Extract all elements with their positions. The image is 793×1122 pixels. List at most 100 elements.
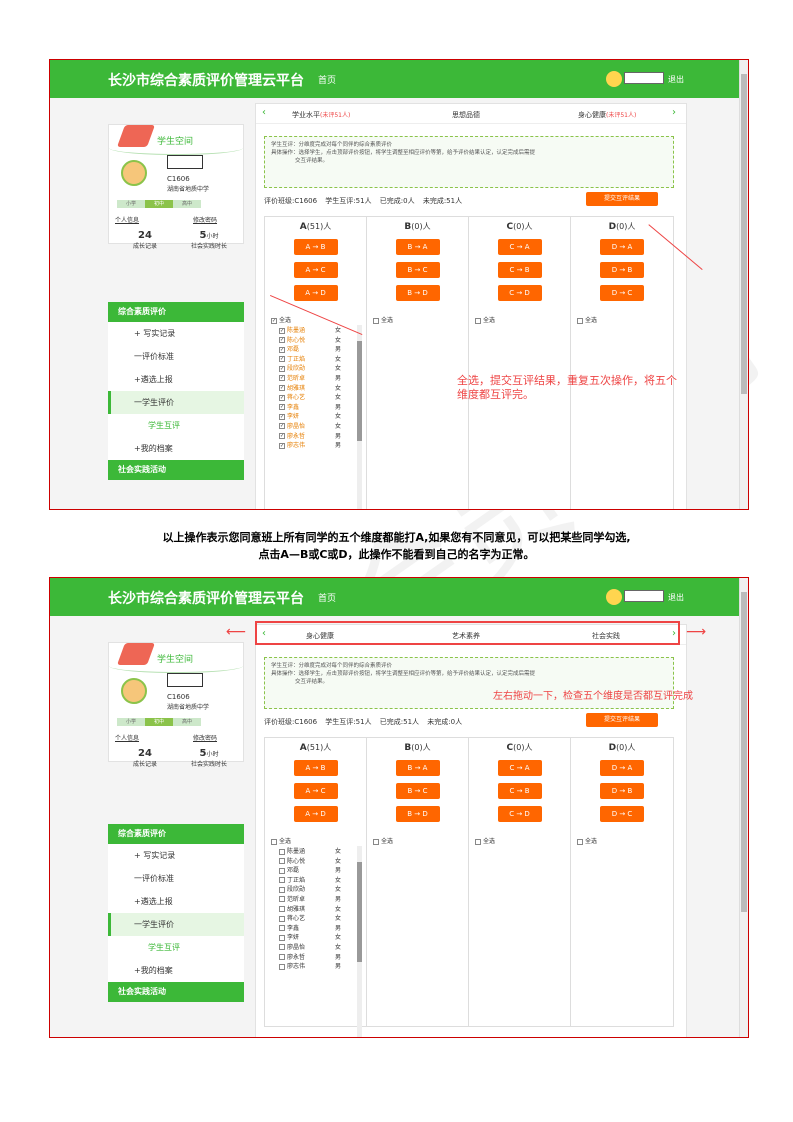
menu-item-student-eval[interactable]: 一学生评价 [108, 391, 244, 414]
menu-item-archive[interactable]: +我的档案 [108, 959, 244, 982]
menu-item-records[interactable]: + 写实记录 [108, 844, 244, 867]
checkbox-checked-icon[interactable]: ✓ [279, 423, 285, 430]
checkbox-checked-icon[interactable]: ✓ [279, 337, 285, 344]
list-item[interactable]: 廖永哲 男 [279, 953, 349, 963]
list-item[interactable]: ✓ 丁正焰 女 [279, 355, 349, 365]
tab-academic[interactable]: 学业水平(未评51人) [292, 110, 350, 120]
menu-section-practice[interactable]: 社会实践活动 [108, 982, 244, 1002]
list-item[interactable]: 蒋心艺 女 [279, 914, 349, 924]
menu-item-peer-eval[interactable]: 学生互评 [108, 414, 244, 437]
checkbox-icon[interactable] [279, 954, 285, 961]
menu-item-archive[interactable]: +我的档案 [108, 437, 244, 460]
select-all-checkbox[interactable]: 全选 [475, 836, 495, 845]
checkbox-icon[interactable] [279, 896, 285, 903]
list-item[interactable]: ✓ 廖晶怡 女 [279, 422, 349, 432]
checkbox-icon[interactable] [279, 925, 285, 932]
checkbox-icon[interactable] [279, 906, 285, 913]
menu-item-report[interactable]: +遴选上报 [108, 890, 244, 913]
checkbox-checked-icon[interactable]: ✓ [279, 404, 285, 411]
menu-item-standards[interactable]: 一评价标准 [108, 345, 244, 368]
checkbox-icon[interactable] [279, 858, 285, 865]
list-item[interactable]: ✓ 范昕卓 男 [279, 374, 349, 384]
menu-section-evaluation[interactable]: 综合素质评价 [108, 302, 244, 322]
list-item[interactable]: ✓ 李妍 女 [279, 412, 349, 422]
checkbox-checked-icon[interactable]: ✓ [279, 433, 285, 440]
submit-results-button[interactable]: 提交互评结果 [586, 713, 658, 727]
page-scrollbar[interactable] [739, 60, 748, 509]
list-item[interactable]: 李鑫 男 [279, 924, 349, 934]
list-item[interactable]: 邓磊 男 [279, 866, 349, 876]
list-item[interactable]: ✓ 段欣勋 女 [279, 364, 349, 374]
list-item[interactable]: 廖晶怡 女 [279, 943, 349, 953]
move-d-to-b-button[interactable]: D → B [600, 262, 644, 278]
checkbox-icon[interactable] [279, 915, 285, 922]
select-all-checkbox[interactable]: 全选 [271, 836, 291, 845]
list-item[interactable]: 陈墨涵 女 [279, 847, 349, 857]
list-item[interactable]: 胡雅琪 女 [279, 905, 349, 915]
list-scrollbar[interactable] [357, 846, 362, 1037]
checkbox-icon[interactable] [279, 848, 285, 855]
move-a-to-c-button[interactable]: A → C [293, 262, 338, 278]
chevron-right-icon[interactable]: › [672, 107, 676, 118]
practice-hours-stat[interactable]: 5小时 社会实践时长 [179, 748, 239, 768]
move-b-to-a-button[interactable]: B → A [395, 760, 440, 776]
move-b-to-c-button[interactable]: B → C [395, 783, 440, 799]
checkbox-checked-icon[interactable]: ✓ [279, 346, 285, 353]
tab-morality[interactable]: 思想品德 [452, 110, 480, 120]
checkbox-icon[interactable] [279, 934, 285, 941]
select-all-checkbox[interactable]: 全选 [577, 315, 597, 324]
change-password-link[interactable]: 修改密码 [193, 733, 217, 742]
move-d-to-a-button[interactable]: D → A [600, 760, 644, 776]
checkbox-checked-icon[interactable]: ✓ [279, 442, 285, 449]
list-scrollbar[interactable] [357, 325, 362, 509]
checkbox-checked-icon[interactable]: ✓ [279, 365, 285, 372]
move-a-to-b-button[interactable]: A → B [293, 239, 338, 255]
move-c-to-d-button[interactable]: C → D [497, 806, 542, 822]
scrollbar-thumb[interactable] [741, 74, 747, 394]
submit-results-button[interactable]: 提交互评结果 [586, 192, 658, 206]
checkbox-icon[interactable] [279, 944, 285, 951]
tab-health[interactable]: 身心健康(未评51人) [578, 110, 636, 120]
list-item[interactable]: ✓ 胡雅琪 女 [279, 384, 349, 394]
move-b-to-d-button[interactable]: B → D [395, 285, 440, 301]
checkbox-checked-icon[interactable]: ✓ [279, 385, 285, 392]
home-link[interactable]: 首页 [318, 591, 336, 604]
list-item[interactable]: ✓ 邓磊 男 [279, 345, 349, 355]
list-item[interactable]: ✓ 李鑫 男 [279, 403, 349, 413]
menu-item-peer-eval[interactable]: 学生互评 [108, 936, 244, 959]
move-b-to-d-button[interactable]: B → D [395, 806, 440, 822]
change-password-link[interactable]: 修改密码 [193, 215, 217, 224]
menu-item-report[interactable]: +遴选上报 [108, 368, 244, 391]
select-all-checkbox[interactable]: 全选 [577, 836, 597, 845]
list-item[interactable]: 陈心悦 女 [279, 857, 349, 867]
scrollbar-thumb[interactable] [741, 592, 747, 912]
move-d-to-c-button[interactable]: D → C [600, 806, 644, 822]
list-item[interactable]: ✓ 陈心悦 女 [279, 336, 349, 346]
move-a-to-b-button[interactable]: A → B [293, 760, 338, 776]
select-all-checkbox[interactable]: 全选 [373, 836, 393, 845]
checkbox-icon[interactable] [279, 867, 285, 874]
move-a-to-d-button[interactable]: A → D [293, 806, 338, 822]
list-item[interactable]: 丁正焰 女 [279, 876, 349, 886]
move-b-to-a-button[interactable]: B → A [395, 239, 440, 255]
move-d-to-b-button[interactable]: D → B [600, 783, 644, 799]
list-item[interactable]: 段欣勋 女 [279, 885, 349, 895]
list-scrollbar-thumb[interactable] [357, 862, 362, 962]
list-item[interactable]: ✓ 廖永哲 男 [279, 432, 349, 442]
move-a-to-d-button[interactable]: A → D [293, 285, 338, 301]
select-all-checkbox[interactable]: 全选 [373, 315, 393, 324]
checkbox-checked-icon[interactable]: ✓ [279, 413, 285, 420]
logout-link[interactable]: 退出 [668, 74, 684, 85]
growth-records-stat[interactable]: 24 成长记录 [115, 748, 175, 768]
checkbox-checked-icon[interactable]: ✓ [279, 356, 285, 363]
home-link[interactable]: 首页 [318, 73, 336, 86]
checkbox-icon[interactable] [279, 886, 285, 893]
page-scrollbar[interactable] [739, 578, 748, 1037]
list-item[interactable]: ✓ 廖志伟 男 [279, 441, 349, 451]
move-c-to-a-button[interactable]: C → A [497, 239, 542, 255]
move-a-to-c-button[interactable]: A → C [293, 783, 338, 799]
logout-link[interactable]: 退出 [668, 592, 684, 603]
list-item[interactable]: ✓ 陈墨涵 女 [279, 326, 349, 336]
select-all-checkbox[interactable]: ✓ 全选 [271, 315, 291, 324]
checkbox-checked-icon[interactable]: ✓ [279, 375, 285, 382]
